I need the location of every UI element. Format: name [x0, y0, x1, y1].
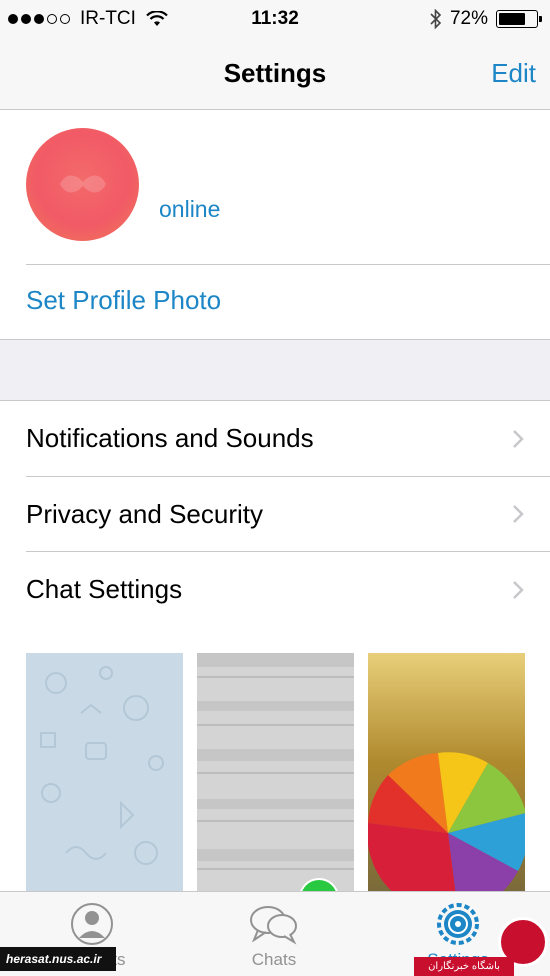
doodle-pattern-image [26, 653, 183, 893]
wood-planks-image [197, 653, 354, 893]
settings-item-label: Notifications and Sounds [26, 423, 314, 454]
wallpaper-option-doodle[interactable] [26, 653, 183, 893]
settings-item-notifications[interactable]: Notifications and Sounds [0, 401, 550, 477]
umbrella-photo-image [368, 653, 525, 893]
battery-icon [496, 10, 542, 28]
divider [26, 264, 550, 265]
settings-item-label: Privacy and Security [26, 498, 263, 529]
page-title: Settings [223, 58, 327, 88]
navigation-bar: Settings Edit [0, 40, 550, 110]
wallpaper-option-umbrella[interactable] [368, 653, 525, 893]
placeholder-avatar-icon [60, 175, 106, 193]
source-watermark: herasat.nus.ac.ir [0, 947, 116, 971]
contacts-icon [71, 903, 113, 945]
tab-chats[interactable]: Chats [219, 902, 329, 970]
tab-label: Chats [251, 950, 297, 969]
profile-section: online Set Profile Photo [0, 110, 550, 340]
status-bar: IR-TCI 11:32 72% [0, 0, 550, 40]
battery-level-fill [499, 13, 525, 25]
chevron-right-icon [513, 580, 524, 599]
chats-icon [250, 906, 297, 945]
wallpaper-option-wood[interactable] [197, 653, 354, 893]
battery-percent: 72% [449, 8, 488, 29]
chevron-right-icon [513, 429, 524, 448]
settings-item-privacy[interactable]: Privacy and Security [0, 477, 550, 552]
avatar[interactable] [26, 128, 139, 241]
bluetooth-icon [430, 9, 442, 29]
settings-item-label: Chat Settings [26, 574, 183, 605]
status-right: 72% [430, 8, 542, 30]
news-logo-watermark: باشگاه خبرنگاران [414, 917, 550, 976]
edit-button[interactable]: Edit [491, 58, 536, 89]
chevron-right-icon [513, 505, 524, 524]
settings-item-chat-settings[interactable]: Chat Settings [0, 552, 550, 628]
telegram-settings-screen: IR-TCI 11:32 72% Settings Edit online Se… [0, 0, 550, 976]
online-status: online [159, 196, 221, 222]
set-profile-photo-button[interactable]: Set Profile Photo [26, 285, 221, 316]
news-logo-text: باشگاه خبرنگاران [414, 957, 514, 976]
settings-list: Notifications and Sounds Privacy and Sec… [0, 400, 550, 628]
wallpaper-picker [0, 627, 550, 893]
